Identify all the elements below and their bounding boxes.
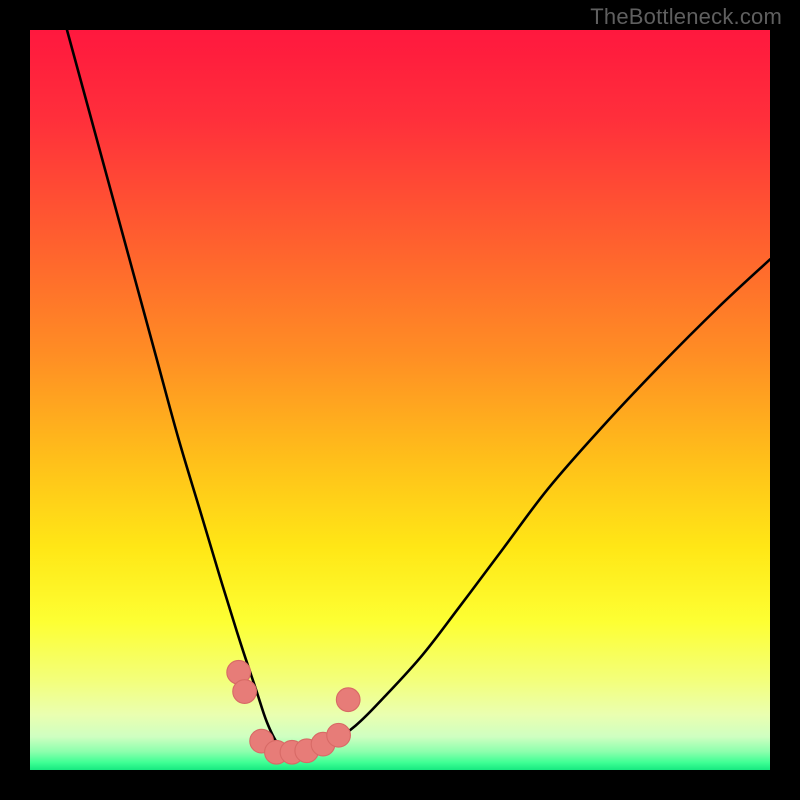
- watermark-text: TheBottleneck.com: [590, 4, 782, 30]
- curve-marker: [327, 723, 351, 747]
- outer-frame: TheBottleneck.com: [0, 0, 800, 800]
- plot-area: [30, 30, 770, 770]
- curve-marker: [233, 680, 257, 704]
- chart-svg: [30, 30, 770, 770]
- curve-marker: [336, 688, 360, 712]
- gradient-background: [30, 30, 770, 770]
